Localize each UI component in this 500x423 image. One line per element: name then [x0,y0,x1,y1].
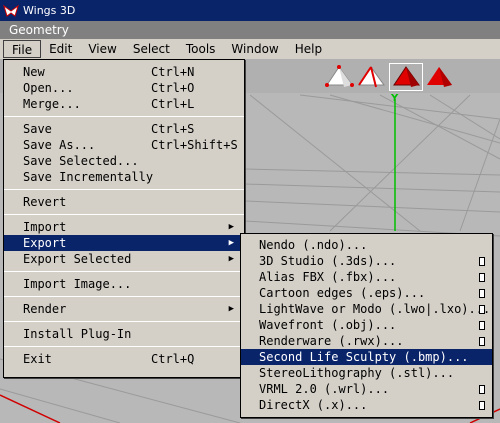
menu-item-revert[interactable]: Revert [4,194,244,210]
export-item-stl[interactable]: StereoLithography (.stl)... [241,365,492,381]
menu-item-import-label: Import [23,220,67,234]
menu-item-save-selected-label: Save Selected... [23,154,139,168]
shortcut-save: Ctrl+S [151,122,195,136]
window-title: Wings 3D [23,4,76,17]
wings-app-icon[interactable] [3,2,19,19]
submenu-arrow-icon: ▶ [228,222,234,232]
menu-item-export-selected-label: Export Selected [23,252,132,266]
shortcut-exit: Ctrl+Q [151,352,195,366]
menu-window[interactable]: Window [223,40,286,58]
menu-item-save-label: Save [23,122,52,136]
file-menu-dropdown: New Ctrl+N Open... Ctrl+O Merge... Ctrl+L S… [3,59,245,378]
menu-item-save-incrementally-label: Save Incrementally [23,170,154,184]
menu-edit[interactable]: Edit [41,40,80,58]
menu-item-install-plugin[interactable]: Install Plug-In [4,326,244,342]
export-item-label: Cartoon edges (.eps)... [259,286,426,300]
export-item-label: Alias FBX (.fbx)... [259,270,397,284]
menu-item-save-incrementally[interactable]: Save Incrementally [4,169,244,185]
export-item-label: LightWave or Modo (.lwo|.lxo)... [259,302,491,316]
export-item-lwo[interactable]: LightWave or Modo (.lwo|.lxo)... [241,301,492,317]
menu-separator [4,116,244,117]
export-item-label: 3D Studio (.3ds)... [259,254,397,268]
shortcut-merge: Ctrl+L [151,97,195,111]
options-box-icon[interactable] [479,289,485,298]
export-item-sculpty[interactable]: Second Life Sculpty (.bmp)... [241,349,492,365]
menu-item-exit[interactable]: Exit Ctrl+Q [4,351,244,367]
export-item-eps[interactable]: Cartoon edges (.eps)... [241,285,492,301]
menu-view[interactable]: View [80,40,124,58]
submenu-arrow-icon: ▶ [228,304,234,314]
menu-file[interactable]: File [3,40,42,58]
geometry-title: Geometry [9,23,69,37]
submenu-arrow-icon: ▶ [228,254,234,264]
export-item-label: Nendo (.ndo)... [259,238,368,252]
menu-item-import-image-label: Import Image... [23,277,132,291]
menu-help[interactable]: Help [287,40,330,58]
menu-item-export[interactable]: Export ▶ [4,235,244,251]
shortcut-new: Ctrl+N [151,65,195,79]
export-item-label: Renderware (.rwx)... [259,334,404,348]
menu-item-save[interactable]: Save Ctrl+S [4,121,244,137]
menu-item-merge-label: Merge... [23,97,81,111]
menu-item-open[interactable]: Open... Ctrl+O [4,80,244,96]
options-box-icon[interactable] [479,401,485,410]
menu-item-export-selected[interactable]: Export Selected ▶ [4,251,244,267]
menu-separator [4,346,244,347]
menu-separator [4,189,244,190]
geometry-window-bar: Geometry [0,21,500,39]
menu-item-open-label: Open... [23,81,74,95]
menu-item-save-selected[interactable]: Save Selected... [4,153,244,169]
export-item-nendo[interactable]: Nendo (.ndo)... [241,237,492,253]
options-box-icon[interactable] [479,273,485,282]
shortcut-save-as: Ctrl+Shift+S [151,138,238,152]
export-item-label: Wavefront (.obj)... [259,318,397,332]
export-item-label: Second Life Sculpty (.bmp)... [259,350,469,364]
export-item-directx[interactable]: DirectX (.x)... [241,397,492,413]
menu-item-render-label: Render [23,302,67,316]
options-box-icon[interactable] [479,257,485,266]
options-box-icon[interactable] [479,305,485,314]
export-item-label: DirectX (.x)... [259,398,368,412]
menu-item-import[interactable]: Import ▶ [4,219,244,235]
y-axis-label: Y [391,93,399,104]
menu-item-save-as[interactable]: Save As... Ctrl+Shift+S [4,137,244,153]
shortcut-open: Ctrl+O [151,81,195,95]
submenu-arrow-icon: ▶ [228,238,234,248]
options-box-icon[interactable] [479,321,485,330]
menu-bar: File Edit View Select Tools Window Help [0,39,500,59]
menu-item-install-plugin-label: Install Plug-In [23,327,132,341]
menu-separator [4,321,244,322]
export-item-label: StereoLithography (.stl)... [259,366,455,380]
menu-item-export-label: Export [23,236,67,250]
menu-select[interactable]: Select [125,40,178,58]
title-bar: Wings 3D [0,0,500,21]
export-item-obj[interactable]: Wavefront (.obj)... [241,317,492,333]
menu-separator [4,271,244,272]
export-submenu: Nendo (.ndo)... 3D Studio (.3ds)... Alia… [240,233,493,418]
options-box-icon[interactable] [479,385,485,394]
menu-item-merge[interactable]: Merge... Ctrl+L [4,96,244,112]
menu-item-import-image[interactable]: Import Image... [4,276,244,292]
export-item-3ds[interactable]: 3D Studio (.3ds)... [241,253,492,269]
menu-item-new[interactable]: New Ctrl+N [4,64,244,80]
menu-separator [4,296,244,297]
options-box-icon[interactable] [479,337,485,346]
face-select-mode-icon[interactable] [389,63,423,91]
menu-tools[interactable]: Tools [178,40,224,58]
menu-item-render[interactable]: Render ▶ [4,301,244,317]
export-item-fbx[interactable]: Alias FBX (.fbx)... [241,269,492,285]
menu-item-revert-label: Revert [23,195,67,209]
export-item-label: VRML 2.0 (.wrl)... [259,382,390,396]
menu-item-exit-label: Exit [23,352,52,366]
menu-item-save-as-label: Save As... [23,138,96,152]
menu-separator [4,214,244,215]
menu-item-new-label: New [23,65,45,79]
export-item-wrl[interactable]: VRML 2.0 (.wrl)... [241,381,492,397]
export-item-rwx[interactable]: Renderware (.rwx)... [241,333,492,349]
